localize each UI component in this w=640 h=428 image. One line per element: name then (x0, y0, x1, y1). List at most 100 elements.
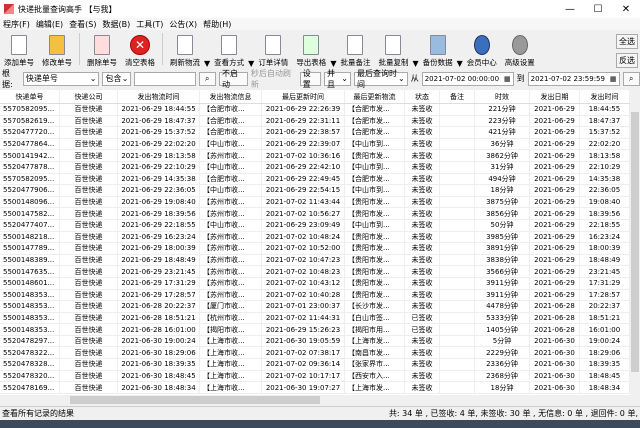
table-cell: 百世快递 (60, 370, 118, 382)
table-row[interactable]: 5520478320... 百世快递 2021-06-30 18:48:45 【上海市… (0, 370, 630, 383)
table-row[interactable]: 5500141942... 百世快递 2021-06-29 18:13:58 【苏州市… (0, 150, 630, 162)
table-cell: 2021-06-29 23:21:45 (118, 266, 200, 277)
column-header[interactable]: 时效 (475, 90, 530, 103)
table-cell: 2229分钟 (475, 347, 530, 359)
column-header[interactable]: 快递公司 (60, 90, 118, 103)
table-cell: 2021-06-30 19:07:27 (262, 382, 345, 393)
invert-selection-button[interactable]: 反选 (616, 53, 638, 68)
backup-data-button[interactable]: 备份数据 (419, 32, 457, 68)
column-header[interactable]: 发出物流信息 (200, 90, 262, 103)
table-row[interactable]: 5500148096... 百世快递 2021-06-29 19:08:40 【苏州市… (0, 196, 630, 209)
table-cell: 223分钟 (475, 115, 530, 127)
table-row[interactable]: 5500148353... 百世快递 2021-06-28 16:01:00 【揭阳市… (0, 324, 630, 336)
menu-program[interactable]: 程序(F) (3, 19, 30, 30)
table-cell: 2021-06-29 22:38:57 (262, 127, 345, 138)
batch-note-button[interactable]: 批量备注 (336, 32, 374, 68)
column-header[interactable]: 最后更新时间 (262, 90, 345, 103)
table-cell: 百世快递 (60, 324, 118, 335)
table-row[interactable]: 5570582095... 百世快递 2021-06-29 14:35:38 【合肥市… (0, 173, 630, 186)
maximize-button[interactable]: ☐ (584, 0, 612, 18)
table-cell: 50分钟 (475, 219, 530, 231)
table-row[interactable]: 5500147635... 百世快递 2021-06-29 23:21:45 【苏州市… (0, 266, 630, 278)
table-row[interactable]: 5570582619... 百世快递 2021-06-29 18:47:37 【合肥市… (0, 115, 630, 128)
match-select[interactable]: 包含 ⌄ (102, 71, 132, 86)
not-started-button[interactable]: 不启动 (219, 69, 248, 89)
vertical-scrollbar[interactable] (630, 90, 640, 395)
close-button[interactable]: ✕ (612, 0, 640, 18)
menu-edit[interactable]: 编辑(E) (36, 19, 63, 30)
query-button[interactable]: ⌕ (622, 71, 640, 86)
table-row[interactable]: 5500148353... 百世快递 2021-06-28 18:51:21 【杭州市… (0, 312, 630, 325)
table-row[interactable]: 5520478322... 百世快递 2021-06-30 18:29:06 【上海市… (0, 347, 630, 360)
table-row[interactable]: 5500148218... 百世快递 2021-06-29 16:23:24 【苏州市… (0, 231, 630, 244)
select-all-button[interactable]: 全选 (616, 34, 638, 49)
column-header[interactable]: 备注 (440, 90, 475, 103)
table-row[interactable]: 5520477720... 百世快递 2021-06-29 15:37:52 【合肥市… (0, 127, 630, 139)
table-cell: 【合肥市发... (345, 104, 405, 115)
table-row[interactable]: 5500148601... 百世快递 2021-06-29 17:31:29 【苏州市… (0, 277, 630, 290)
to-date-picker[interactable]: 2021-07-02 23:59:59 ▦ (527, 71, 620, 86)
toolbar: 添加单号 修改单号 删除单号 ✕ 清空表格 刷新物流 ▼ 查看方式 ▼ 订单详情 … (0, 30, 640, 68)
table-row[interactable]: 5500148389... 百世快递 2021-06-29 18:48:49 【苏州市… (0, 254, 630, 267)
table-row[interactable]: 5520477407... 百世快递 2021-06-29 22:18:55 【中山市… (0, 219, 630, 232)
scroll-thumb[interactable] (631, 112, 639, 372)
edit-number-button[interactable]: 修改单号 (38, 32, 76, 68)
view-mode-button[interactable]: 查看方式 (210, 32, 248, 68)
table-row[interactable]: 5520477906... 百世快递 2021-06-29 22:36:05 【中山市… (0, 185, 630, 197)
table-row[interactable]: 5520478328... 百世快递 2021-06-30 18:39:35 【上海市… (0, 359, 630, 371)
logic-select[interactable]: 并且 ⌄ (324, 69, 351, 89)
menu-data[interactable]: 数据(B) (102, 19, 130, 30)
field-select[interactable]: 快递单号 ⌄ (22, 71, 100, 86)
clear-table-button[interactable]: ✕ 清空表格 (121, 32, 159, 68)
member-center-button[interactable]: 会员中心 (463, 32, 501, 68)
menu-tools[interactable]: 工具(T) (136, 19, 163, 30)
table-row[interactable]: 5520477864... 百世快递 2021-06-29 22:02:20 【中山市… (0, 138, 630, 151)
table-row[interactable]: 5500148353... 百世快递 2021-06-29 17:28:57 【苏州市… (0, 289, 630, 302)
table-row[interactable]: 5500147582... 百世快递 2021-06-29 18:39:56 【苏州市… (0, 208, 630, 220)
menu-view[interactable]: 查看(S) (69, 19, 96, 30)
refresh-logistics-button[interactable]: 刷新物流 (166, 32, 204, 68)
status-summary: 共: 34 单 , 已签收: 4 单, 未签收: 30 单 , 无信息: 0 单… (388, 409, 638, 418)
advanced-settings-button[interactable]: 高级设置 (501, 32, 539, 68)
time-field-select[interactable]: 最后查询时间 ⌄ (354, 69, 408, 89)
delete-number-button[interactable]: 删除单号 (83, 32, 121, 68)
table-row[interactable]: 5500148353... 百世快递 2021-06-28 20:22:37 【厦门市… (0, 301, 630, 313)
table-cell: 2021-07-02 10:48:23 (262, 266, 345, 277)
table-row[interactable]: 5520477878... 百世快递 2021-06-29 22:10:29 【中山市… (0, 161, 630, 174)
menu-help[interactable]: 帮助(H) (203, 19, 231, 30)
from-date-picker[interactable]: 2021-07-02 00:00:00 ▦ (421, 71, 514, 86)
export-table-button[interactable]: 导出表格 (292, 32, 330, 68)
add-number-button[interactable]: 添加单号 (0, 32, 38, 68)
menu-notice[interactable]: 公告(X) (169, 19, 197, 30)
table-row[interactable]: 5500147789... 百世快递 2021-06-29 18:00:39 【苏州市… (0, 243, 630, 255)
table-cell: 2021-06-29 (530, 219, 580, 231)
column-header[interactable]: 发出日期 (530, 90, 580, 103)
table-body: 5570582095... 百世快递 2021-06-29 18:44:55 【合肥市… (0, 104, 630, 394)
batch-copy-button[interactable]: 批量复制 (374, 32, 412, 68)
table-cell: 2021-07-02 10:43:12 (262, 277, 345, 289)
from-label: 从 (410, 74, 419, 83)
table-row[interactable]: 5570582095... 百世快递 2021-06-29 18:44:55 【合肥市… (0, 104, 630, 116)
minimize-button[interactable]: — (556, 0, 584, 18)
search-button[interactable]: ⌕ (198, 71, 217, 86)
table-cell: 百世快递 (60, 277, 118, 289)
table-cell: 【西安市入... (345, 370, 405, 382)
column-header[interactable]: 状态 (405, 90, 440, 103)
table-cell: 18分钟 (475, 185, 530, 196)
column-header[interactable]: 最后更新物流 (345, 90, 405, 103)
setup-button[interactable]: 设置 (299, 69, 321, 89)
table-cell: 百世快递 (60, 150, 118, 161)
column-header[interactable]: 发出物流时间 (118, 90, 200, 103)
scroll-thumb[interactable] (70, 396, 320, 404)
order-detail-button[interactable]: 订单详情 (254, 32, 292, 68)
table-row[interactable]: 5520478297... 百世快递 2021-06-30 19:00:24 【上海市… (0, 335, 630, 348)
table-cell: 2021-07-02 10:40:28 (262, 289, 345, 301)
search-input[interactable] (134, 71, 196, 86)
table-cell: 百世快递 (60, 173, 118, 185)
chevron-down-icon: ⌄ (341, 74, 348, 83)
column-header[interactable]: 发出时间 (580, 90, 630, 103)
column-header[interactable]: 快递单号 (0, 90, 60, 103)
table-row[interactable]: 5520478169... 百世快递 2021-06-30 18:48:34 【上海市… (0, 382, 630, 394)
table-cell: 23:21:45 (580, 266, 630, 277)
horizontal-scrollbar[interactable] (0, 395, 640, 405)
